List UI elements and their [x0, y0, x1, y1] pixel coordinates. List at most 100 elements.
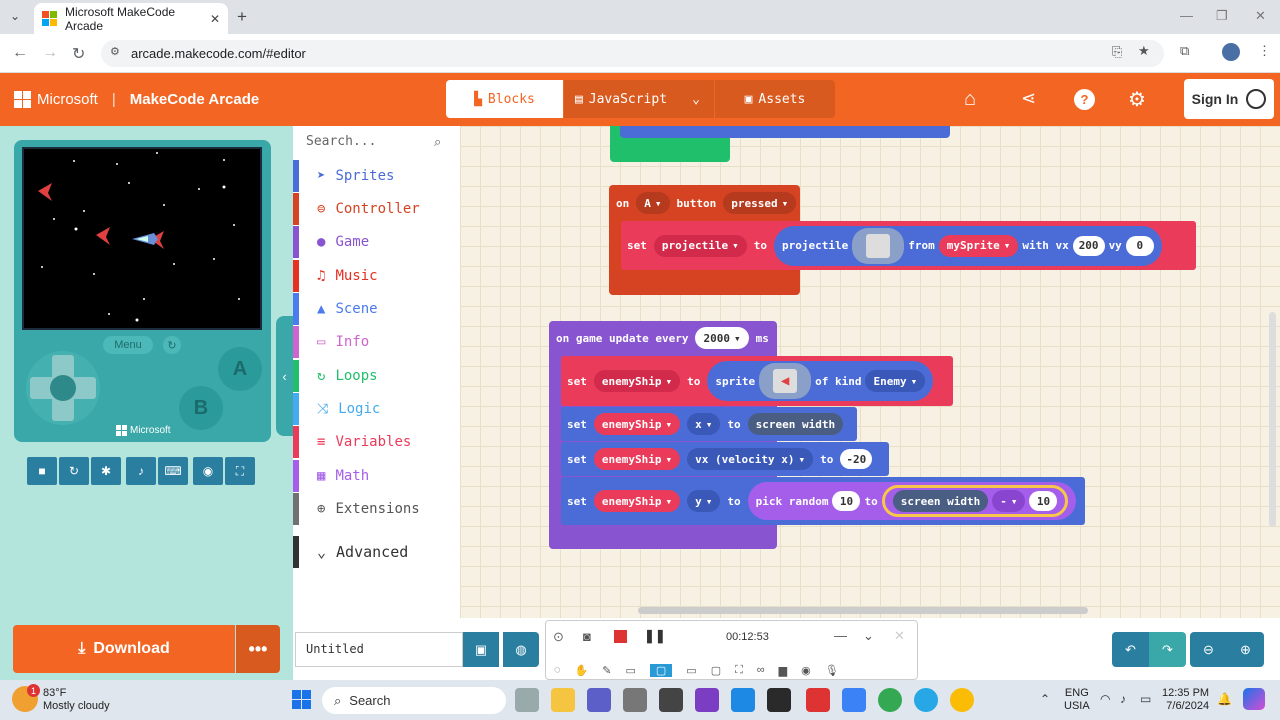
- image-picker[interactable]: [852, 227, 905, 264]
- chrome-icon[interactable]: [878, 688, 902, 712]
- create-sprite-block[interactable]: sprite ◀ of kind Enemy ▾: [707, 361, 934, 401]
- screen-width-block[interactable]: screen width: [747, 413, 844, 435]
- maximize-icon[interactable]: ❐: [1216, 8, 1228, 24]
- recorder-minimize-icon[interactable]: —: [834, 628, 847, 643]
- variable-dropdown[interactable]: projectile ▾: [653, 234, 747, 257]
- subtract-value-input[interactable]: 10: [1029, 491, 1058, 511]
- set-enemyship-y-block[interactable]: set enemyShip ▾ y ▾ to pick random 10 to s…: [561, 477, 1085, 525]
- collapse-sim-button[interactable]: ‹: [276, 316, 293, 436]
- property-dropdown[interactable]: x ▾: [687, 413, 721, 435]
- site-info-icon[interactable]: ⚙: [110, 45, 120, 58]
- undo-button[interactable]: ↶: [1112, 632, 1149, 667]
- vx-value-input[interactable]: -20: [840, 449, 873, 469]
- search-icon[interactable]: ⌕: [434, 134, 441, 150]
- brand-logo[interactable]: Microsoft | MakeCode Arcade: [14, 91, 259, 108]
- teams-icon[interactable]: [587, 688, 611, 712]
- category-scene[interactable]: ▲ Scene: [293, 293, 460, 325]
- sprite-dropdown[interactable]: enemyShip ▾: [593, 448, 681, 470]
- recorder-camera-icon[interactable]: ◙: [583, 629, 591, 644]
- project-name-input[interactable]: Untitled: [295, 632, 463, 667]
- category-advanced[interactable]: ⌄ Advanced: [293, 536, 460, 568]
- menu-button[interactable]: Menu: [103, 336, 153, 354]
- vertical-scrollbar[interactable]: [1269, 312, 1276, 527]
- folder-tool-icon[interactable]: ▆: [779, 664, 787, 677]
- more-options-button[interactable]: •••: [236, 625, 280, 673]
- property-dropdown[interactable]: y ▾: [687, 490, 721, 512]
- category-variables[interactable]: ≡ Variables: [293, 426, 460, 458]
- vy-input[interactable]: 0: [1125, 235, 1154, 256]
- tab-assets[interactable]: ▣ Assets: [715, 80, 835, 118]
- reload-icon[interactable]: ↻: [72, 44, 85, 64]
- taskbar-search[interactable]: ⌕ Search: [322, 687, 506, 714]
- category-music[interactable]: ♫ Music: [293, 260, 460, 292]
- back-icon[interactable]: ←: [12, 44, 28, 62]
- tab-list-icon[interactable]: ⌄: [10, 9, 20, 23]
- sign-in-button[interactable]: Sign In: [1184, 79, 1274, 119]
- window-tool-icon[interactable]: ▢: [711, 664, 721, 677]
- clock[interactable]: 12:35 PM 7/6/2024: [1162, 687, 1209, 713]
- cursor-tool-icon[interactable]: ◌: [554, 664, 561, 676]
- calculator-icon[interactable]: [623, 688, 647, 712]
- sprite-dropdown[interactable]: enemyShip ▾: [593, 413, 681, 435]
- recorder-close-icon[interactable]: ✕: [894, 628, 905, 644]
- recorder-collapse-icon[interactable]: ⌄: [863, 628, 874, 644]
- url-input[interactable]: arcade.makecode.com/#editor: [101, 40, 1164, 67]
- redo-button[interactable]: ↷: [1149, 632, 1186, 667]
- pen-tool-icon[interactable]: ✎: [602, 664, 611, 677]
- visual-studio-icon[interactable]: [695, 688, 719, 712]
- b-button[interactable]: B: [179, 386, 223, 430]
- pick-random-block[interactable]: pick random 10 to screen width - ▾ 10: [747, 482, 1077, 520]
- file-explorer-icon[interactable]: [551, 688, 575, 712]
- keyboard-button[interactable]: ⌨: [158, 457, 188, 485]
- toolbox-search-input[interactable]: Search...: [306, 134, 454, 152]
- sprite-image-picker[interactable]: ◀: [759, 363, 812, 399]
- start-button[interactable]: [292, 690, 311, 709]
- set-enemyship-vx-block[interactable]: set enemyShip ▾ vx (velocity x) ▾ to -20: [561, 442, 889, 476]
- property-dropdown[interactable]: vx (velocity x) ▾: [687, 448, 814, 470]
- minimize-icon[interactable]: —: [1180, 8, 1193, 23]
- recorder-menu-icon[interactable]: ⊙: [553, 629, 564, 645]
- debug-button[interactable]: ✱: [91, 457, 121, 485]
- github-button[interactable]: ◍: [503, 632, 539, 667]
- webcam-tool-icon[interactable]: ◉: [801, 664, 811, 677]
- new-tab-icon[interactable]: +: [237, 7, 247, 27]
- fullscreen-tool-icon[interactable]: ⛶: [735, 664, 743, 677]
- sprite-dropdown[interactable]: enemyShip ▾: [593, 490, 681, 512]
- copilot-icon[interactable]: [1243, 688, 1265, 710]
- category-controller[interactable]: ⊜ Controller: [293, 193, 460, 225]
- recorder-app-icon[interactable]: [806, 688, 830, 712]
- category-game[interactable]: ● Game: [293, 226, 460, 258]
- vx-input[interactable]: 200: [1072, 235, 1105, 256]
- close-tab-icon[interactable]: ✕: [210, 12, 220, 26]
- monitor-tool-icon[interactable]: ▭: [686, 664, 696, 677]
- restart-button[interactable]: ↻: [59, 457, 89, 485]
- random-min-input[interactable]: 10: [832, 491, 861, 511]
- fullscreen-button[interactable]: ⛶: [225, 457, 255, 485]
- variable-dropdown[interactable]: enemyShip ▾: [593, 370, 681, 392]
- hourglass-icon[interactable]: [659, 688, 683, 712]
- set-enemyship-sprite-block[interactable]: set enemyShip ▾ to sprite ◀ of kind Enemy…: [561, 356, 953, 406]
- video-tool-icon[interactable]: ▭: [625, 664, 635, 677]
- profile-avatar[interactable]: [1222, 43, 1240, 61]
- share-icon[interactable]: ⋖: [1021, 88, 1036, 109]
- button-dropdown[interactable]: A ▾: [636, 192, 670, 214]
- category-math[interactable]: ▦ Math: [293, 460, 460, 492]
- operator-dropdown[interactable]: - ▾: [992, 490, 1026, 512]
- telegram-icon[interactable]: [914, 688, 938, 712]
- battery-icon[interactable]: ▭: [1140, 692, 1151, 706]
- zoom-out-button[interactable]: ⊖: [1190, 632, 1227, 667]
- dpad[interactable]: [26, 351, 100, 425]
- kind-dropdown[interactable]: Enemy ▾: [865, 370, 926, 392]
- category-loops[interactable]: ↻ Loops: [293, 360, 460, 392]
- save-button[interactable]: ▣: [463, 632, 499, 667]
- recorder-pause-icon[interactable]: ❚❚: [644, 628, 666, 644]
- projectile-from-block[interactable]: projectile from mySprite ▾ with vx 200 vy…: [773, 225, 1162, 266]
- recorder-stop-icon[interactable]: [614, 630, 627, 643]
- mute-button[interactable]: ♪: [126, 457, 156, 485]
- language-indicator[interactable]: ENG USIA: [1064, 687, 1090, 713]
- category-sprites[interactable]: ➤ Sprites: [293, 160, 460, 192]
- event-dropdown[interactable]: pressed ▾: [723, 192, 797, 214]
- browser-menu-icon[interactable]: ⋮: [1258, 43, 1271, 59]
- window-close-icon[interactable]: ✕: [1255, 8, 1266, 24]
- droplet-app-icon[interactable]: [842, 688, 866, 712]
